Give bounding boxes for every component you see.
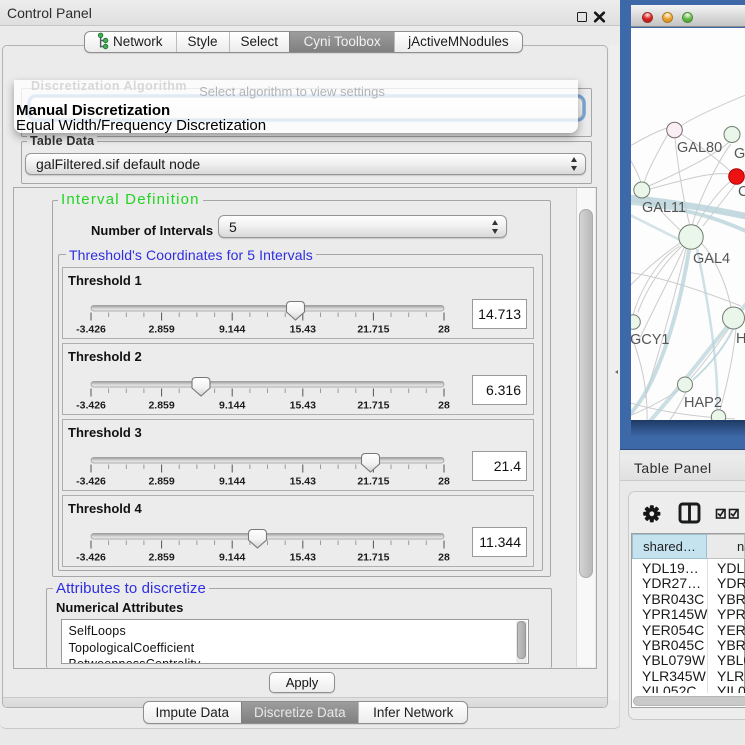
svg-text:9.144: 9.144 <box>219 552 245 564</box>
svg-text:28: 28 <box>438 476 450 488</box>
svg-text:28: 28 <box>438 400 450 412</box>
svg-text:21.715: 21.715 <box>357 552 389 564</box>
svg-text:28: 28 <box>438 324 450 336</box>
svg-text:21.715: 21.715 <box>357 400 389 412</box>
svg-text:15.43: 15.43 <box>290 324 316 336</box>
svg-text:21.715: 21.715 <box>357 324 389 336</box>
svg-text:2.859: 2.859 <box>148 400 174 412</box>
svg-text:-3.426: -3.426 <box>76 476 106 488</box>
svg-text:9.144: 9.144 <box>219 400 245 412</box>
svg-text:9.144: 9.144 <box>219 324 245 336</box>
svg-text:2.859: 2.859 <box>148 552 174 564</box>
svg-text:2.859: 2.859 <box>148 324 174 336</box>
svg-text:28: 28 <box>438 552 450 564</box>
svg-text:15.43: 15.43 <box>290 476 316 488</box>
svg-text:-3.426: -3.426 <box>76 552 106 564</box>
svg-text:21.715: 21.715 <box>357 476 389 488</box>
svg-text:-3.426: -3.426 <box>76 324 106 336</box>
svg-text:2.859: 2.859 <box>148 476 174 488</box>
svg-text:15.43: 15.43 <box>290 400 316 412</box>
svg-text:-3.426: -3.426 <box>76 400 106 412</box>
svg-text:9.144: 9.144 <box>219 476 245 488</box>
svg-text:15.43: 15.43 <box>290 552 316 564</box>
